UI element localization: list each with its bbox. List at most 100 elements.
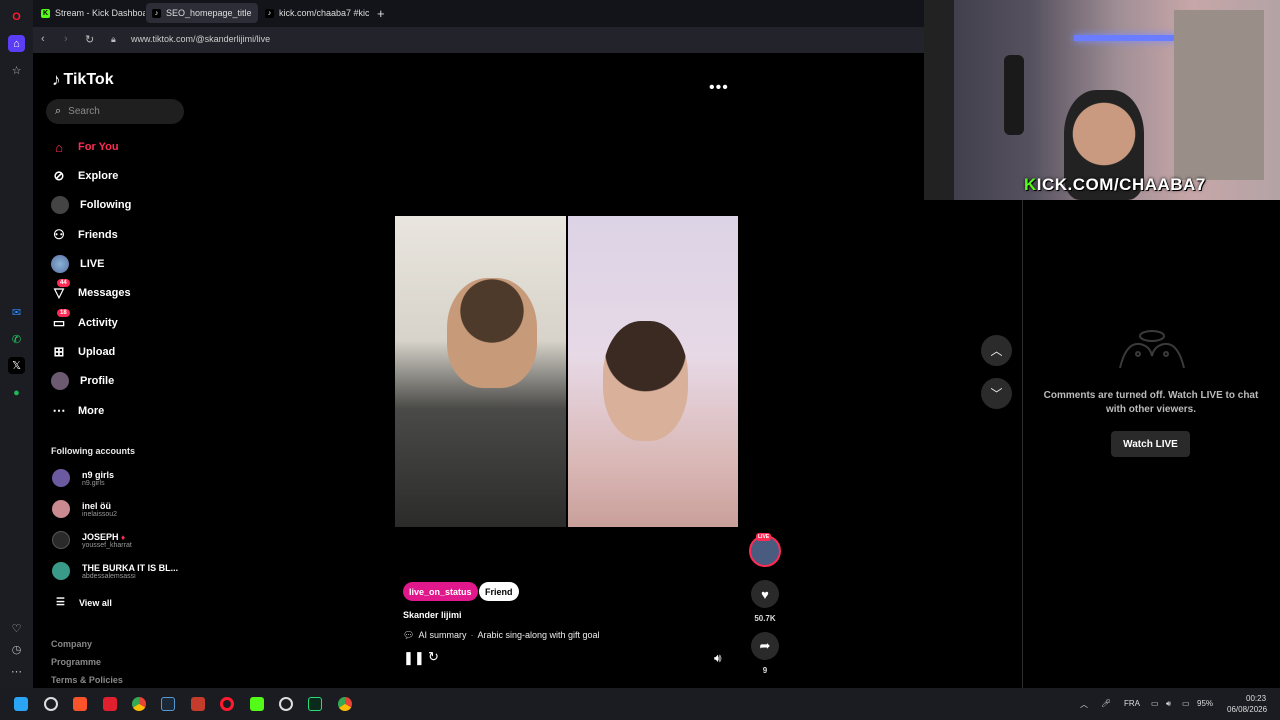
search-placeholder: Search bbox=[68, 106, 100, 117]
new-tab-button[interactable]: + bbox=[371, 3, 393, 23]
nav-label: Profile bbox=[80, 375, 115, 387]
tab-seo-homepage[interactable]: ♪ SEO_homepage_title bbox=[146, 3, 258, 23]
battery-icon[interactable]: ▭ bbox=[1182, 699, 1190, 708]
pinboard-icon[interactable]: ☆ bbox=[8, 62, 25, 79]
following-avatar-icon bbox=[51, 196, 69, 214]
ai-summary: 💬︎ AI summary · Arabic sing-along with g… bbox=[403, 630, 600, 640]
like-count: 50.7K bbox=[754, 614, 776, 623]
door-frame bbox=[924, 0, 954, 200]
following-account[interactable]: JOSEPH ♦ youssef_kharrat bbox=[52, 531, 132, 549]
spotify-icon[interactable]: ● bbox=[8, 384, 25, 401]
nav-upload[interactable]: ⊞ Upload bbox=[51, 343, 116, 361]
share-button[interactable]: ➦ bbox=[751, 632, 779, 660]
nav-live[interactable]: LIVE bbox=[51, 255, 104, 273]
search-taskbar-icon[interactable] bbox=[44, 697, 58, 711]
more-sidebar-icon[interactable]: ⋯ bbox=[8, 663, 25, 680]
history-icon[interactable]: ◷ bbox=[8, 641, 25, 658]
pause-icon[interactable]: ❚❚ bbox=[403, 650, 425, 666]
tiktok-note-icon: ♪ bbox=[52, 70, 61, 89]
microphone-icon[interactable]: 🎤︎ bbox=[1101, 699, 1111, 708]
address-bar: ‹ › ↻ 🔒︎ www.tiktok.com/@skanderlijimi/l… bbox=[33, 27, 924, 53]
verified-flame-icon: ♦ bbox=[121, 532, 126, 542]
home-sidebar-icon[interactable]: ⌂ bbox=[8, 35, 25, 52]
opera-gx-icon[interactable] bbox=[220, 697, 234, 711]
more-options-icon[interactable]: ••• bbox=[709, 79, 729, 97]
x-twitter-icon[interactable]: 𝕏 bbox=[8, 357, 25, 374]
search-input[interactable]: ⌕ Search bbox=[46, 99, 184, 124]
steam-icon[interactable] bbox=[161, 697, 175, 711]
volume-tray-icon[interactable]: 🔊︎ bbox=[1166, 699, 1171, 709]
url-field[interactable]: www.tiktok.com/@skanderlijimi/live bbox=[131, 34, 270, 44]
tiktok-logo[interactable]: ♪ TikTok bbox=[52, 70, 114, 90]
like-button[interactable]: ♥ bbox=[751, 580, 779, 608]
nav-profile[interactable]: Profile bbox=[51, 372, 114, 390]
tab-kick-chaaba7[interactable]: ♪ kick.com/chaaba7 #kick # bbox=[259, 3, 369, 23]
network-icon[interactable]: ▭ bbox=[1151, 699, 1159, 708]
watch-live-button[interactable]: Watch LIVE bbox=[1111, 431, 1190, 457]
account-handle: n9.girls bbox=[82, 479, 105, 487]
live-video[interactable] bbox=[395, 216, 738, 527]
author-name[interactable]: Skander lijimi bbox=[403, 610, 462, 620]
account-name: inel öü bbox=[82, 500, 111, 511]
avatar bbox=[52, 531, 70, 549]
view-all-label: View all bbox=[78, 597, 112, 608]
host-avatar[interactable]: LIVE bbox=[749, 533, 781, 567]
game-icon[interactable] bbox=[191, 697, 205, 711]
avatar bbox=[52, 500, 70, 518]
settings-gear-icon[interactable] bbox=[279, 697, 293, 711]
webcam-overlay: KICK.COM/CHAABA7 bbox=[924, 0, 1280, 200]
view-all-link[interactable]: ☰ View all bbox=[56, 597, 112, 608]
whatsapp-icon[interactable]: ✆ bbox=[8, 331, 25, 348]
led-strip bbox=[1074, 35, 1184, 41]
comments-off-illustration-icon bbox=[1116, 328, 1188, 372]
chrome-profile-icon[interactable] bbox=[338, 697, 352, 711]
messages-badge: 44 bbox=[57, 279, 70, 287]
chevron-up-icon: ︿ bbox=[990, 344, 1003, 358]
footer-company[interactable]: Company bbox=[51, 639, 92, 649]
nav-explore[interactable]: ⊘ Explore bbox=[51, 167, 119, 185]
brave-icon[interactable] bbox=[73, 697, 87, 711]
clock-time[interactable]: 00:23 bbox=[1246, 694, 1266, 703]
battery-percent: 95% bbox=[1197, 699, 1214, 708]
lock-icon: 🔒︎ bbox=[111, 34, 116, 44]
activity-icon: ▭ 18 bbox=[51, 309, 70, 331]
nav-activity[interactable]: ▭ 18 Activity bbox=[51, 309, 118, 332]
nav-following[interactable]: Following bbox=[51, 196, 131, 214]
tray-chevron-up-icon[interactable]: ︿ bbox=[1080, 699, 1088, 710]
person-left bbox=[447, 278, 537, 388]
footer-programme[interactable]: Programme bbox=[51, 657, 101, 667]
forward-icon[interactable]: › bbox=[64, 33, 68, 45]
previous-video-button[interactable]: ︿ bbox=[981, 335, 1012, 366]
wps-icon[interactable] bbox=[103, 697, 117, 711]
back-icon[interactable]: ‹ bbox=[41, 33, 45, 45]
language-indicator[interactable]: FRA bbox=[1124, 699, 1140, 708]
live-icon bbox=[51, 255, 69, 273]
heart-sidebar-icon[interactable]: ♡ bbox=[8, 620, 25, 637]
following-account[interactable]: THE BURKA IT IS BL... abdessalemsassi bbox=[52, 562, 178, 580]
nav-friends[interactable]: ⚇ Friends bbox=[51, 226, 118, 244]
opera-logo-icon[interactable]: O bbox=[8, 8, 25, 25]
following-account[interactable]: n9 girls n9.girls bbox=[52, 469, 114, 487]
skateboard bbox=[1004, 55, 1024, 135]
tab-label: kick.com/chaaba7 #kick # bbox=[279, 8, 369, 18]
tag-friend[interactable]: Friend bbox=[479, 582, 519, 601]
clock-date[interactable]: 06/08/2026 bbox=[1227, 705, 1267, 714]
following-accounts-heading: Following accounts bbox=[51, 446, 136, 456]
footer-terms[interactable]: Terms & Policies bbox=[51, 675, 123, 685]
terminal-icon[interactable] bbox=[308, 697, 322, 711]
messenger-icon[interactable]: ✉ bbox=[8, 304, 25, 321]
chrome-icon[interactable] bbox=[132, 697, 146, 711]
kick-studio-icon[interactable] bbox=[250, 697, 264, 711]
nav-messages[interactable]: ▽ 44 Messages bbox=[51, 279, 131, 302]
following-account[interactable]: inel öü inelaissou2 bbox=[52, 500, 117, 518]
nav-for-you[interactable]: ⌂ For You bbox=[51, 138, 118, 156]
windows-start-icon[interactable] bbox=[14, 697, 28, 711]
volume-icon[interactable]: 🔊︎ bbox=[714, 651, 722, 666]
refresh-icon[interactable]: ↻ bbox=[428, 649, 439, 665]
tab-kick-dashboard[interactable]: K Stream - Kick Dashboard bbox=[35, 3, 145, 23]
reload-icon[interactable]: ↻ bbox=[85, 33, 94, 46]
friends-icon: ⚇ bbox=[53, 227, 65, 242]
next-video-button[interactable]: ﹀ bbox=[981, 378, 1012, 409]
tag-live-on-status[interactable]: live_on_status bbox=[403, 582, 478, 601]
nav-more[interactable]: ⋯ More bbox=[51, 402, 105, 420]
